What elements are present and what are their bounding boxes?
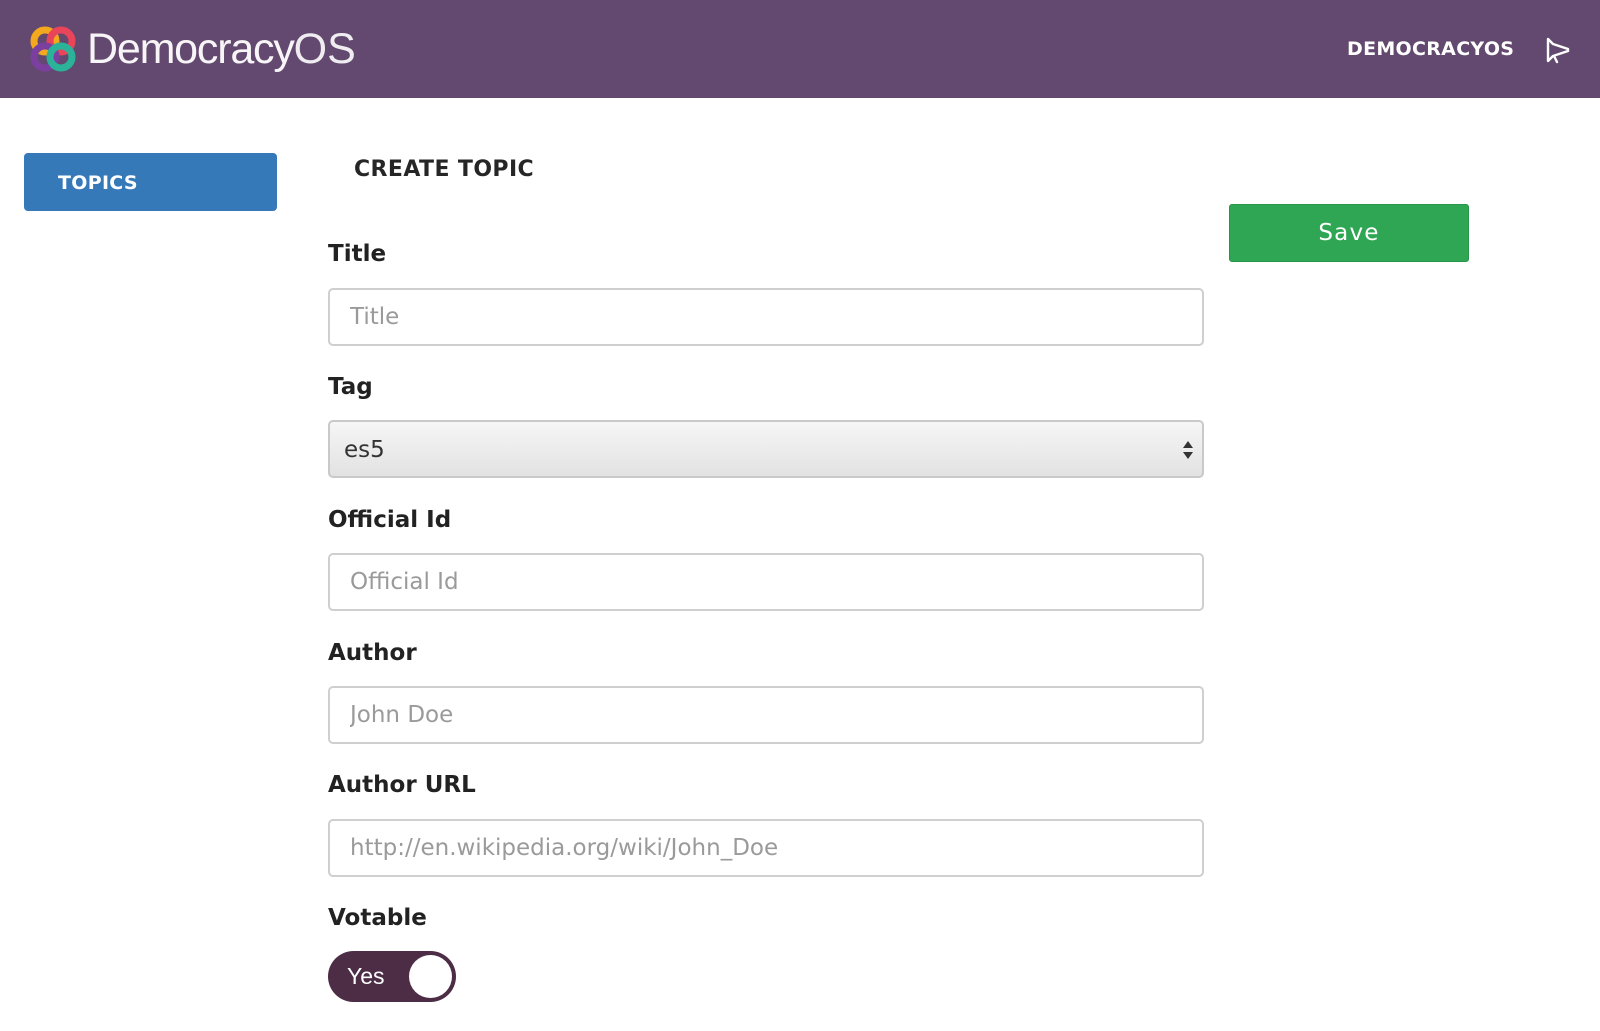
title-label: Title xyxy=(328,241,387,267)
megaphone-icon[interactable] xyxy=(1544,36,1572,64)
official-id-input[interactable] xyxy=(328,553,1204,611)
author-label: Author xyxy=(328,640,417,666)
votable-toggle[interactable]: Yes xyxy=(328,951,456,1002)
democracyos-logo[interactable]: DemocracyOS xyxy=(30,22,356,76)
brand-wordmark: DemocracyOS xyxy=(87,24,356,73)
brand-suffix: OS xyxy=(293,24,356,73)
sidebar-item-topics[interactable]: TOPICS xyxy=(24,153,277,211)
tag-select-value: es5 xyxy=(344,437,385,463)
tag-select[interactable]: es5 xyxy=(328,420,1204,478)
votable-label: Votable xyxy=(328,905,427,931)
democracyos-logo-icon xyxy=(30,26,76,72)
top-navbar: DemocracyOS DEMOCRACYOS xyxy=(0,0,1600,98)
toggle-knob xyxy=(409,955,452,998)
democracyos-nav-link[interactable]: DEMOCRACYOS xyxy=(1347,38,1514,60)
save-button[interactable]: Save xyxy=(1229,204,1469,262)
author-input[interactable] xyxy=(328,686,1204,744)
tag-label: Tag xyxy=(328,374,373,400)
official-id-label: Official Id xyxy=(328,507,452,533)
select-arrows-icon xyxy=(1183,441,1193,459)
page-title: CREATE TOPIC xyxy=(354,157,535,182)
author-url-input[interactable] xyxy=(328,819,1204,877)
title-input[interactable] xyxy=(328,288,1204,346)
sidebar-item-label: TOPICS xyxy=(58,172,138,194)
votable-toggle-label: Yes xyxy=(347,963,385,989)
author-url-label: Author URL xyxy=(328,772,476,798)
brand-main: Democracy xyxy=(87,24,295,73)
